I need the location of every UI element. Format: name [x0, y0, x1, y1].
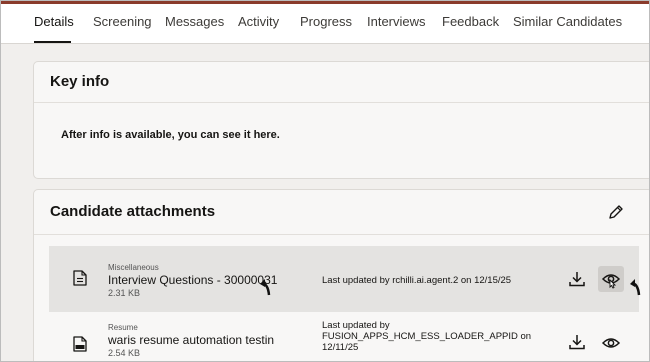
attachments-title: Candidate attachments: [50, 203, 216, 220]
app-frame: Details Screening Messages Activity Prog…: [0, 0, 650, 362]
tab-screening[interactable]: Screening: [93, 14, 152, 29]
updated-line: FUSION_APPS_HCM_ESS_LOADER_APPID on: [322, 331, 532, 342]
attachment-category: Resume: [108, 323, 138, 332]
tab-activity[interactable]: Activity: [238, 14, 279, 29]
key-info-empty-message: After info is available, you can see it …: [61, 129, 280, 141]
attachment-name[interactable]: Interview Questions - 30000031: [108, 273, 277, 287]
view-button[interactable]: [598, 330, 624, 356]
document-icon: [73, 270, 87, 286]
eye-icon: [601, 338, 621, 348]
key-info-title: Key info: [50, 73, 110, 90]
tab-similar-candidates[interactable]: Similar Candidates: [513, 14, 622, 29]
attachment-category: Miscellaneous: [108, 263, 159, 272]
view-button[interactable]: [598, 266, 624, 292]
pencil-icon[interactable]: [605, 201, 627, 223]
attachment-updated: Last updated by FUSION_APPS_HCM_ESS_LOAD…: [322, 320, 532, 353]
download-icon[interactable]: [568, 270, 586, 288]
tab-details[interactable]: Details: [34, 14, 74, 29]
attachment-row[interactable]: Resume waris resume automation testin 2.…: [49, 312, 639, 361]
tab-messages[interactable]: Messages: [165, 14, 224, 29]
tab-interviews[interactable]: Interviews: [367, 14, 426, 29]
download-icon[interactable]: [568, 333, 586, 351]
key-info-card: Key info After info is available, you ca…: [33, 61, 649, 179]
eye-icon: [601, 274, 621, 289]
curved-arrow-cursor-icon: [630, 279, 641, 296]
doc-file-icon: [73, 336, 87, 352]
candidate-attachments-card: Candidate attachments Miscellaneous Inte…: [33, 189, 649, 361]
curved-arrow-cursor-icon: [260, 279, 271, 296]
divider: [34, 102, 649, 103]
tab-feedback[interactable]: Feedback: [442, 14, 499, 29]
attachment-size: 2.31 KB: [108, 288, 141, 298]
tab-progress[interactable]: Progress: [300, 14, 352, 29]
attachment-name[interactable]: waris resume automation testin: [108, 333, 274, 347]
tab-bar: Details Screening Messages Activity Prog…: [1, 4, 649, 44]
attachment-size: 2.54 KB: [108, 348, 141, 358]
active-tab-indicator: [34, 41, 71, 43]
attachment-updated: Last updated by rchilli.ai.agent.2 on 12…: [322, 275, 512, 286]
updated-line: Last updated by: [322, 320, 390, 331]
attachment-row[interactable]: Miscellaneous Interview Questions - 3000…: [49, 246, 641, 312]
divider: [34, 234, 649, 235]
updated-line: 12/11/25: [322, 342, 359, 353]
